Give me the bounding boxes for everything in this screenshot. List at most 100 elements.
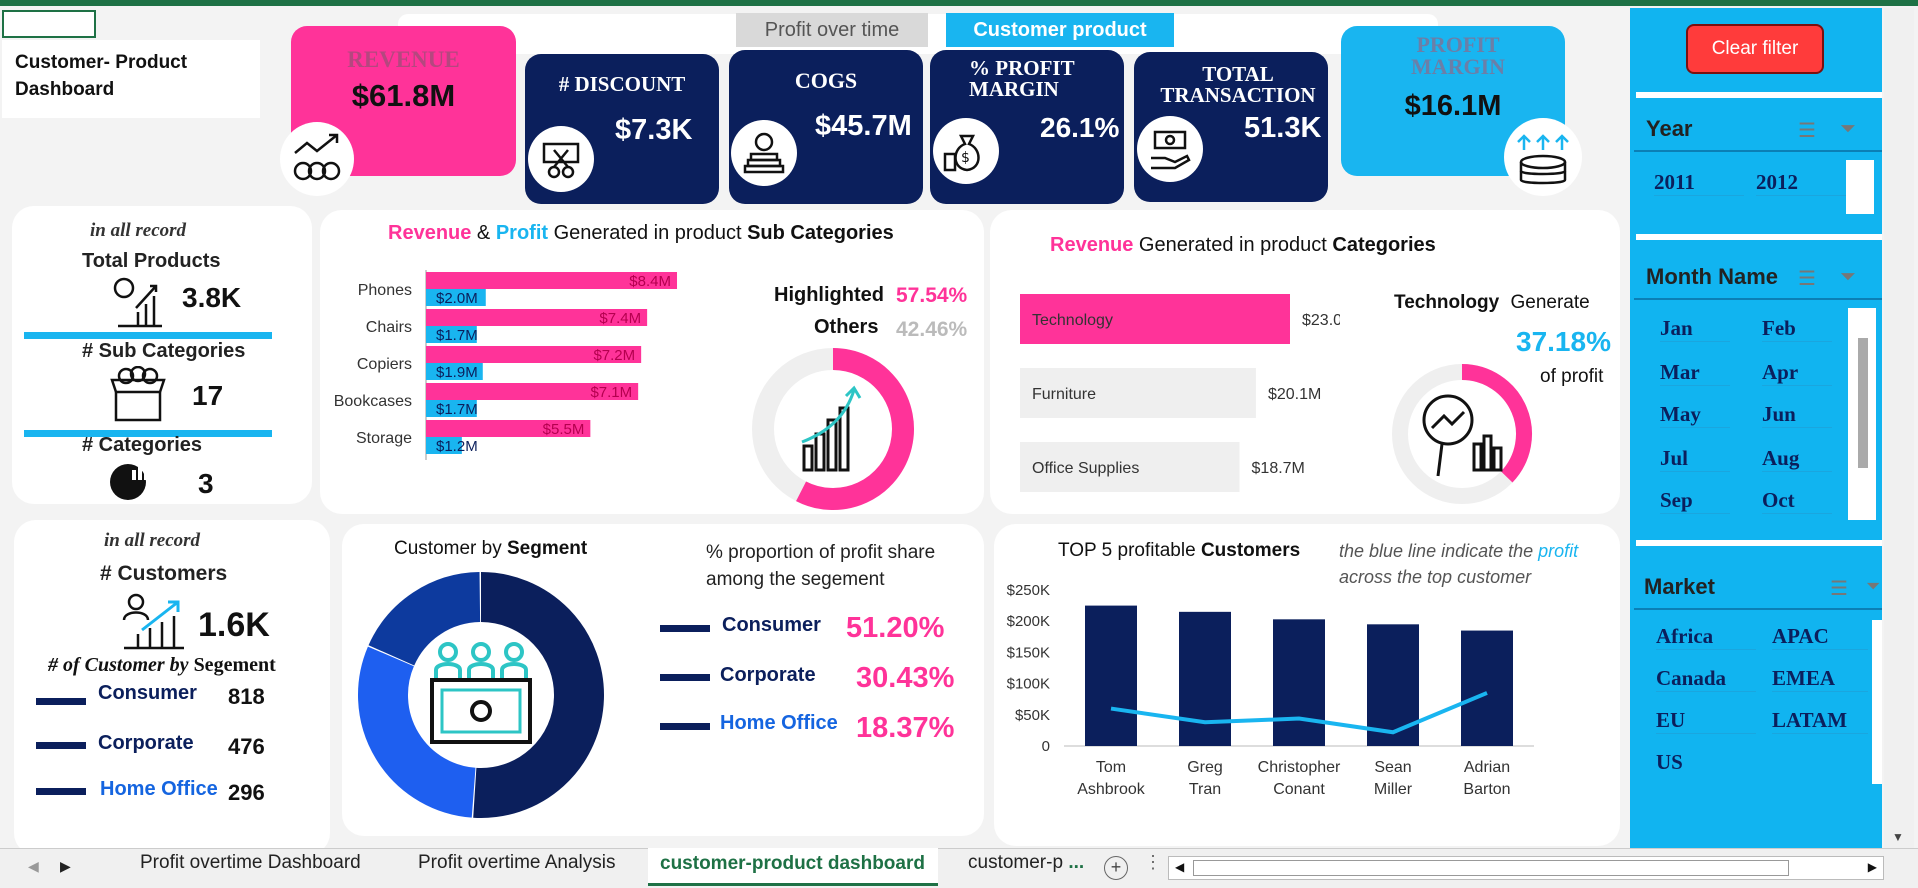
month-item-jan[interactable]: Jan	[1660, 316, 1730, 342]
next-sheet-arrow[interactable]: ▶	[60, 858, 71, 875]
kpi-transactions-value: 51.3K	[1244, 112, 1322, 144]
month-scrollbar-thumb[interactable]	[1858, 338, 1868, 468]
tab-profit-over-time[interactable]: Profit over time	[736, 13, 928, 47]
market-multiselect-icon[interactable]: ☰	[1830, 576, 1848, 601]
revenue-label-chairs: $7.4M	[599, 310, 641, 327]
month-item-jul[interactable]: Jul	[1660, 446, 1730, 472]
others-value: 42.46%	[896, 318, 968, 341]
market-clear-filter-icon[interactable]: ⏷	[1866, 576, 1880, 597]
sheet-tab-customer-p[interactable]: customer-p ...	[968, 852, 1084, 874]
year-item-2012[interactable]: 2012	[1756, 170, 1846, 196]
market-scrollbar[interactable]	[1872, 620, 1882, 784]
kpi-revenue-value: $61.8M	[351, 78, 456, 113]
category-donut	[1392, 364, 1532, 504]
month-item-sep[interactable]: Sep	[1660, 488, 1730, 514]
name-box-cell[interactable]	[2, 10, 96, 38]
year-clear-filter-icon[interactable]: ⏷	[1840, 118, 1856, 141]
market-item-us[interactable]: US	[1656, 750, 1756, 775]
subcat-label-phones: Phones	[358, 282, 412, 299]
gift-box-icon	[110, 365, 166, 429]
month-item-oct[interactable]: Oct	[1762, 488, 1832, 514]
share-homeoffice-value: 18.37%	[856, 712, 955, 744]
month-item-aug[interactable]: Aug	[1762, 446, 1832, 472]
corporate-count: 476	[228, 734, 265, 759]
homeoffice-name: Home Office	[100, 778, 218, 800]
month-item-jun[interactable]: Jun	[1762, 402, 1832, 428]
profit-label-storage: $1.2M	[436, 438, 478, 455]
customers-caption: in all record	[104, 530, 201, 551]
kpi-profit-pct-label: % PROFIT MARGIN	[969, 56, 1075, 101]
kpi-cogs-value: $45.7M	[815, 110, 912, 142]
revenue-label-bookcases: $7.1M	[590, 384, 632, 401]
year-multiselect-icon[interactable]: ☰	[1798, 118, 1816, 143]
top5-bar-chart: $250K $200K $150K $100K $50K 0 Tom Ashbrook Greg…	[1007, 582, 1534, 798]
subcat-label: # Sub Categories	[82, 340, 246, 362]
horizontal-scrollbar[interactable]: ◀ ▶	[1168, 856, 1884, 880]
customer-growth-icon	[118, 590, 198, 657]
market-item-eu[interactable]: EU	[1656, 708, 1756, 734]
market-item-canada[interactable]: Canada	[1656, 666, 1756, 692]
cash-hand-icon	[1137, 116, 1203, 182]
tech-word: Technology	[1394, 292, 1500, 313]
profit-label-copiers: $1.9M	[436, 364, 478, 381]
subcat-bar-chart: Phones $8.4M $2.0M Chairs $7.4M $1.7M Copiers $…	[334, 270, 678, 460]
month-item-may[interactable]: May	[1660, 402, 1730, 428]
total-products-value: 3.8K	[182, 282, 242, 313]
month-scrollbar[interactable]	[1848, 308, 1876, 520]
month-multiselect-icon[interactable]: ☰	[1798, 266, 1816, 291]
products-divider-1	[24, 332, 272, 339]
hscroll-thumb[interactable]	[1193, 860, 1789, 876]
market-item-africa[interactable]: Africa	[1656, 624, 1756, 650]
subcat-chart-title: Revenue & Profit Generated in product Su…	[388, 222, 894, 245]
vscroll-down-arrow[interactable]: ▼	[1892, 830, 1904, 844]
title-mid: Generated in product	[548, 222, 748, 244]
top5-ytick: $200K	[1007, 613, 1050, 630]
clear-filter-button[interactable]: Clear filter	[1686, 24, 1824, 74]
homeoffice-legend-bar	[36, 788, 86, 795]
sheet-tab-profit-dashboard[interactable]: Profit overtime Dashboard	[140, 852, 361, 874]
subcat-label-storage: Storage	[356, 430, 412, 447]
prev-sheet-arrow[interactable]: ◀	[28, 858, 39, 875]
cat-title-end: Categories	[1332, 234, 1436, 256]
of-profit-label: of profit	[1540, 366, 1604, 387]
customer-name-tom-ashbrook: Tom	[1096, 759, 1126, 776]
top5-ytick: $250K	[1007, 582, 1050, 599]
market-item-latam[interactable]: LATAM	[1772, 708, 1868, 734]
segment-title-prefix: Customer by	[394, 538, 507, 559]
add-sheet-icon[interactable]: +	[1104, 856, 1128, 880]
cat-title-mid: Generated in product	[1133, 234, 1333, 256]
month-item-apr[interactable]: Apr	[1762, 360, 1832, 386]
products-caption: in all record	[90, 220, 187, 241]
hscroll-right-arrow[interactable]: ▶	[1868, 860, 1877, 874]
profit-label-phones: $2.0M	[436, 290, 478, 307]
subcat-label-chairs: Chairs	[366, 319, 412, 336]
hscroll-left-arrow[interactable]: ◀	[1175, 860, 1184, 874]
month-item-feb[interactable]: Feb	[1762, 316, 1832, 342]
sheet-tab-customer-product[interactable]: customer-product dashboard	[648, 848, 938, 886]
share-title: % proportion of profit share among the s…	[706, 542, 936, 590]
revenue-label-storage: $5.5M	[543, 421, 585, 438]
month-clear-filter-icon[interactable]: ⏷	[1840, 266, 1856, 289]
segment-chart-title: Customer by Segment	[394, 538, 587, 560]
segment-donut	[358, 572, 604, 818]
magnifier-chart-icon	[1422, 394, 1503, 477]
sheet-tab-more[interactable]: ...	[1068, 852, 1084, 873]
sheet-tab-profit-analysis[interactable]: Profit overtime Analysis	[418, 852, 615, 874]
tab-customer-product[interactable]: Customer product	[946, 13, 1174, 47]
total-products-label: Total Products	[82, 250, 221, 272]
year-scrollbar[interactable]	[1846, 160, 1874, 214]
products-chart-icon	[112, 276, 166, 337]
profit-label-chairs: $1.7M	[436, 327, 478, 344]
year-item-2011[interactable]: 2011	[1654, 170, 1744, 196]
tab-options-icon[interactable]: ⋮	[1144, 852, 1162, 873]
market-item-apac[interactable]: APAC	[1772, 624, 1868, 650]
customers-card: in all record # Customers 1.6K # of Cust…	[14, 520, 330, 855]
discount-scissors-icon	[528, 126, 594, 192]
title-box: Customer- Product Dashboard	[2, 40, 260, 118]
database-arrows-icon	[1504, 118, 1582, 196]
title-amp: &	[471, 222, 496, 244]
svg-text:$: $	[961, 150, 970, 166]
month-item-mar[interactable]: Mar	[1660, 360, 1730, 386]
sheet-vscrollbar[interactable]: ▼	[1884, 8, 1914, 848]
market-item-emea[interactable]: EMEA	[1772, 666, 1868, 692]
